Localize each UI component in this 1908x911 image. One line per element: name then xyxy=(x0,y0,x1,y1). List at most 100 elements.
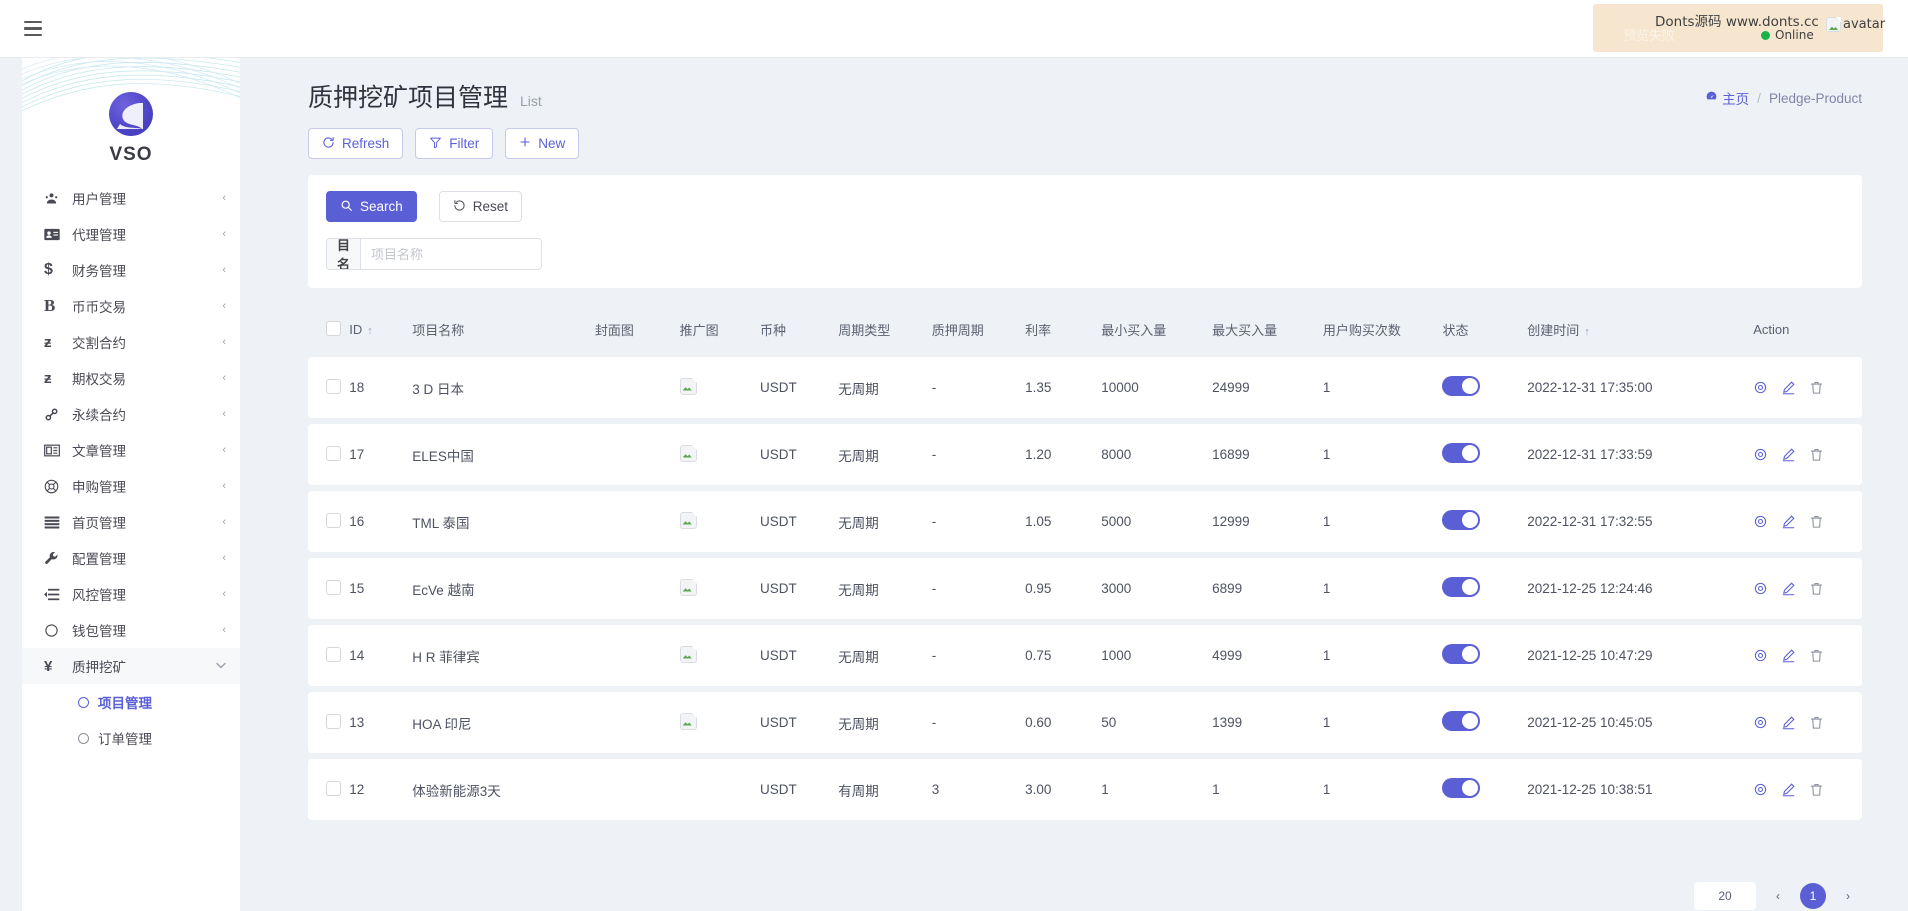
trash-icon[interactable] xyxy=(1809,648,1824,663)
sort-ascending-icon[interactable]: ↑ xyxy=(1584,326,1590,338)
cell-cycle: 有周期 xyxy=(838,759,932,820)
eye-icon[interactable] xyxy=(1753,514,1768,529)
prev-page-button[interactable]: ‹ xyxy=(1764,882,1792,910)
row-select-checkbox[interactable] xyxy=(308,491,350,552)
eye-icon[interactable] xyxy=(1753,648,1768,663)
toggle-switch-on[interactable] xyxy=(1442,711,1481,731)
table-header-rate: 利率 xyxy=(1025,308,1102,351)
sidebar-item-pledge-mining[interactable]: ¥ 质押挖矿 xyxy=(22,648,240,684)
trash-icon[interactable] xyxy=(1809,782,1824,797)
sidebar-item-config-management[interactable]: 配置管理 ‹ xyxy=(22,540,240,576)
eye-icon[interactable] xyxy=(1753,447,1768,462)
status-toggle[interactable] xyxy=(1442,692,1528,753)
eye-icon[interactable] xyxy=(1753,581,1768,596)
current-page-number[interactable]: 1 xyxy=(1800,883,1826,909)
status-toggle[interactable] xyxy=(1442,759,1528,820)
next-page-button[interactable]: › xyxy=(1834,882,1862,910)
trash-icon[interactable] xyxy=(1809,581,1824,596)
trash-icon[interactable] xyxy=(1809,514,1824,529)
table-row[interactable]: 13 HOA 印尼 USDT 无周期 -0.60 50 1399 1 2021-12-25 10… xyxy=(308,692,1862,753)
page-size-select[interactable]: 20 xyxy=(1694,882,1756,910)
checkbox-box[interactable] xyxy=(326,320,341,336)
row-select-checkbox[interactable] xyxy=(308,558,350,619)
hamburger-menu-icon[interactable] xyxy=(16,12,50,46)
status-toggle[interactable] xyxy=(1442,625,1528,686)
table-row[interactable]: 14 H R 菲律宾 USDT 无周期 -0.75 1000 4999 1 2021-12-25… xyxy=(308,625,1862,686)
user-menu-placeholder[interactable] xyxy=(1798,14,1894,44)
eye-icon[interactable] xyxy=(1753,782,1768,797)
checkbox-box[interactable] xyxy=(326,713,341,729)
table-row[interactable]: 16 TML 泰国 USDT 无周期 -1.05 5000 12999 1 2022-12-31… xyxy=(308,491,1862,552)
toggle-switch-on[interactable] xyxy=(1442,443,1481,463)
checkbox-box[interactable] xyxy=(326,445,341,461)
row-select-checkbox[interactable] xyxy=(308,357,350,418)
sidebar-item-project-management[interactable]: 项目管理 xyxy=(22,684,240,720)
pencil-icon[interactable] xyxy=(1781,782,1796,797)
toggle-switch-on[interactable] xyxy=(1442,577,1481,597)
sidebar-item-delivery-contract[interactable]: ƶ 交割合约 ‹ xyxy=(22,324,240,360)
sidebar-item-subscription-management[interactable]: 申购管理 ‹ xyxy=(22,468,240,504)
sidebar-item-risk-management[interactable]: 风控管理 ‹ xyxy=(22,576,240,612)
row-select-checkbox[interactable] xyxy=(308,759,350,820)
sidebar-item-option-trade[interactable]: ƶ 期权交易 ‹ xyxy=(22,360,240,396)
table-row[interactable]: 12 体验新能源3天 USDT 有周期 3 3.00 1 1 1 2021-12-25 10:38… xyxy=(308,759,1862,820)
pencil-icon[interactable] xyxy=(1781,648,1796,663)
trash-icon[interactable] xyxy=(1809,447,1824,462)
toggle-switch-on[interactable] xyxy=(1442,510,1481,530)
sidebar-item-agent-management[interactable]: 代理管理 ‹ xyxy=(22,216,240,252)
pencil-icon[interactable] xyxy=(1781,380,1796,395)
table-row[interactable]: 17 ELES中国 USDT 无周期 -1.20 8000 16899 1 2022-12-31… xyxy=(308,424,1862,485)
toggle-switch-on[interactable] xyxy=(1442,644,1481,664)
action-icon-group xyxy=(1753,648,1862,663)
trash-icon[interactable] xyxy=(1809,715,1824,730)
sidebar-item-order-management[interactable]: 订单管理 xyxy=(22,720,240,756)
moon-icon[interactable] xyxy=(1750,14,1780,44)
status-toggle[interactable] xyxy=(1442,424,1528,485)
bell-icon[interactable] xyxy=(1702,14,1732,44)
sidebar-item-perpetual-contract[interactable]: 永续合约 ‹ xyxy=(22,396,240,432)
checkbox-box[interactable] xyxy=(326,378,341,394)
row-select-checkbox[interactable] xyxy=(308,692,350,753)
pencil-icon[interactable] xyxy=(1781,715,1796,730)
sidebar-item-wallet-management[interactable]: 钱包管理 ‹ xyxy=(22,612,240,648)
search-button[interactable]: Search xyxy=(326,191,417,222)
sidebar-item-coin-trade[interactable]: B 币币交易 ‹ xyxy=(22,288,240,324)
table-row[interactable]: 18 3 D 日本 USDT 无周期 -1.35 10000 24999 1 2022-12-3… xyxy=(308,357,1862,418)
chevron-left-icon: ‹ xyxy=(222,299,226,312)
sidebar-item-article-management[interactable]: 文章管理 ‹ xyxy=(22,432,240,468)
pencil-icon[interactable] xyxy=(1781,447,1796,462)
cell-rate: 1.20 xyxy=(1025,424,1102,485)
status-toggle[interactable] xyxy=(1442,491,1528,552)
sort-ascending-icon[interactable]: ↑ xyxy=(367,325,373,337)
status-toggle[interactable] xyxy=(1442,558,1528,619)
new-button[interactable]: New xyxy=(505,128,580,159)
trash-icon[interactable] xyxy=(1809,380,1824,395)
checkbox-box[interactable] xyxy=(326,646,341,662)
refresh-button[interactable]: Refresh xyxy=(308,128,404,159)
select-all-checkbox[interactable] xyxy=(308,308,350,351)
reset-button[interactable]: Reset xyxy=(438,191,523,222)
checkbox-box[interactable] xyxy=(326,780,341,796)
toggle-switch-on[interactable] xyxy=(1442,778,1481,798)
checkbox-box[interactable] xyxy=(326,579,341,595)
table-header-status: 状态 xyxy=(1442,308,1528,351)
sidebar-item-finance-management[interactable]: $ 财务管理 ‹ xyxy=(22,252,240,288)
project-name-input[interactable] xyxy=(361,239,541,269)
toggle-switch-on[interactable] xyxy=(1442,376,1481,396)
table-row[interactable]: 15 EcVe 越南 USDT 无周期 -0.95 3000 6899 1 2021-12-25… xyxy=(308,558,1862,619)
breadcrumb-home-link[interactable]: 主页 xyxy=(1705,88,1749,108)
row-select-checkbox[interactable] xyxy=(308,625,350,686)
cell-cycle: 无周期 xyxy=(838,692,932,753)
sidebar-item-user-management[interactable]: 用户管理 ‹ xyxy=(22,180,240,216)
eye-icon[interactable] xyxy=(1753,715,1768,730)
chevron-left-icon: ‹ xyxy=(222,371,226,384)
sidebar-item-home-management[interactable]: 首页管理 ‹ xyxy=(22,504,240,540)
eye-icon[interactable] xyxy=(1753,380,1768,395)
status-toggle[interactable] xyxy=(1442,357,1528,418)
row-select-checkbox[interactable] xyxy=(308,424,350,485)
checkbox-box[interactable] xyxy=(326,512,341,528)
pencil-icon[interactable] xyxy=(1781,514,1796,529)
filter-button[interactable]: Filter xyxy=(415,128,494,159)
pencil-icon[interactable] xyxy=(1781,581,1796,596)
table-header-max: 最大买入量 xyxy=(1212,308,1323,351)
